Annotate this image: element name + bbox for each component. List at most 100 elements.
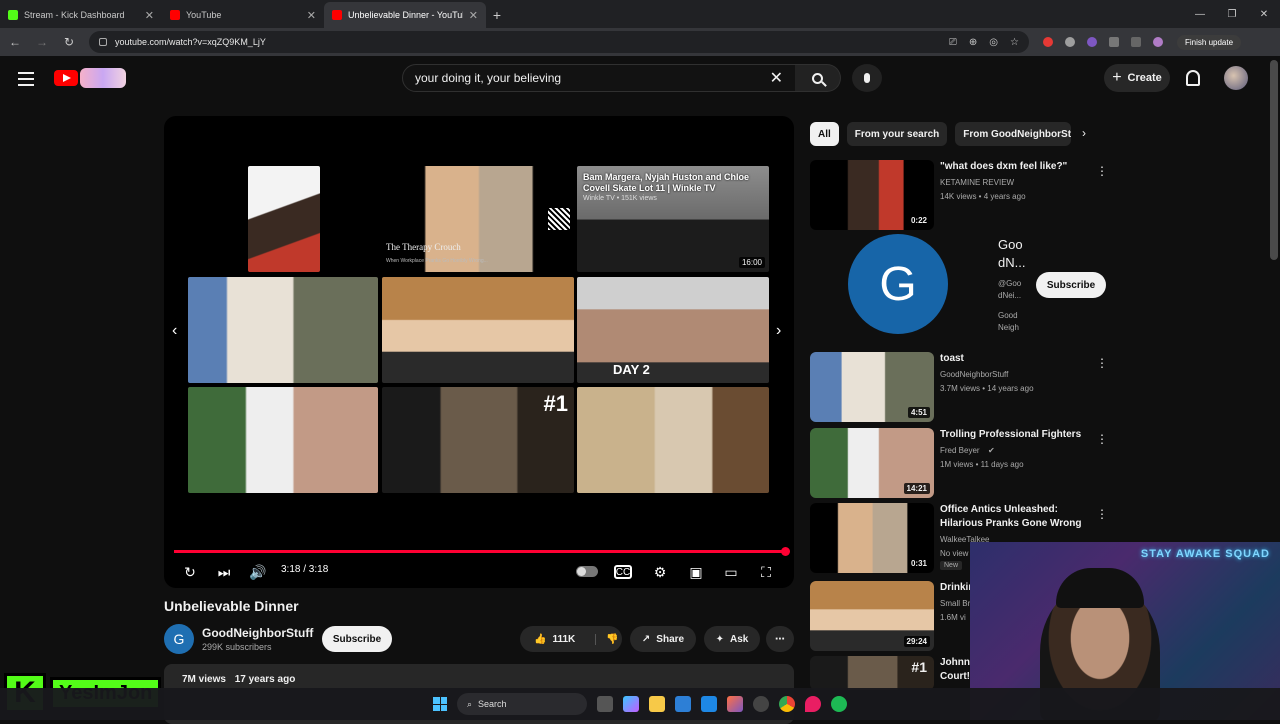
list-item[interactable]: 14:21 Trolling Professional Fighters Fre… <box>810 428 1110 498</box>
office-icon[interactable] <box>727 696 743 712</box>
forward-icon[interactable]: → <box>30 30 54 54</box>
like-count[interactable]: 111K <box>552 634 575 645</box>
back-icon[interactable]: ← <box>3 30 27 54</box>
minimize-icon[interactable]: — <box>1184 0 1216 28</box>
url-field[interactable]: youtube.com/watch?v=xqZQ9KM_LjY ⎚ ⊕ ◎ ☆ <box>89 31 1029 53</box>
dislike-icon[interactable]: 👎 <box>595 633 619 645</box>
task-view-icon[interactable] <box>597 696 613 712</box>
store-icon[interactable] <box>675 696 691 712</box>
sidepanel-icon[interactable] <box>1131 37 1141 47</box>
endscreen-thumb-day2[interactable]: DAY 2 <box>577 277 769 383</box>
more-vert-icon[interactable]: ⋮ <box>1096 507 1108 521</box>
share-button[interactable]: ↗ Share <box>630 626 696 652</box>
more-actions-button[interactable]: ⋯ <box>766 626 794 652</box>
theater-mode-icon[interactable]: ▭ <box>719 560 743 584</box>
zoom-icon[interactable]: ⊕ <box>969 37 977 48</box>
close-icon[interactable]: ✕ <box>469 9 478 22</box>
endscreen-thumb-therapy[interactable]: The Therapy Crouch When Workplace Pranks… <box>382 166 574 272</box>
voice-search-button[interactable] <box>852 64 882 92</box>
fullscreen-icon[interactable]: ⛶ <box>754 560 778 584</box>
chip-all[interactable]: All <box>810 122 839 146</box>
list-item[interactable]: 4:51 toast GoodNeighborStuff 3.7M views … <box>810 352 1110 422</box>
clear-search-icon[interactable]: ✕ <box>770 68 783 88</box>
tab-youtube[interactable]: YouTube ✕ <box>162 2 324 28</box>
create-button[interactable]: + Create <box>1104 64 1170 92</box>
copilot-icon[interactable] <box>623 696 639 712</box>
maps-pin-icon[interactable] <box>805 696 821 712</box>
chip-from-channel[interactable]: From GoodNeighborStuff <box>955 122 1072 146</box>
rec-channel[interactable]: GoodNeighborStuff <box>940 370 1008 379</box>
channel-card-subscribe-button[interactable]: Subscribe <box>1036 272 1106 298</box>
menu-icon[interactable] <box>18 72 34 90</box>
spotify-icon[interactable] <box>831 696 847 712</box>
search-button[interactable] <box>795 64 841 92</box>
more-vert-icon[interactable]: ⋮ <box>1096 164 1108 178</box>
endscreen-thumb-5[interactable] <box>382 277 574 383</box>
tab-unbelievable-dinner[interactable]: Unbelievable Dinner - YouTube ✕ <box>324 2 486 28</box>
chevron-right-icon[interactable]: › <box>1082 126 1086 140</box>
cast-icon[interactable]: ⎚ <box>949 37 957 48</box>
list-item[interactable]: 0:22 "what does dxm feel like?" KETAMINE… <box>810 160 1110 230</box>
account-avatar[interactable] <box>1224 66 1248 90</box>
taskbar-search[interactable]: ⌕ Search <box>457 693 587 715</box>
endscreen-thumb-9[interactable] <box>577 387 769 493</box>
maximize-icon[interactable]: ❐ <box>1216 0 1248 28</box>
progress-bar[interactable] <box>174 547 790 556</box>
new-tab-button[interactable]: + <box>486 2 508 28</box>
ask-button[interactable]: ✦ Ask <box>704 626 760 652</box>
tab-kick-dashboard[interactable]: Stream - Kick Dashboard ✕ <box>0 2 162 28</box>
replay-icon[interactable]: ↻ <box>178 560 202 584</box>
close-window-icon[interactable]: ✕ <box>1248 0 1280 28</box>
settings-gear-icon[interactable]: ⚙ <box>648 560 672 584</box>
chip-from-search[interactable]: From your search <box>846 122 948 146</box>
page-scrollbar[interactable] <box>1270 60 1278 260</box>
extension-red-icon[interactable] <box>1043 37 1053 47</box>
video-player[interactable]: The Therapy Crouch When Workplace Pranks… <box>164 116 794 588</box>
rec-thumbnail[interactable]: 0:31 <box>810 503 934 573</box>
rec-thumbnail[interactable]: #1 <box>810 656 934 690</box>
finish-update-button[interactable]: Finish update <box>1177 34 1242 50</box>
rec-title[interactable]: "what does dxm feel like?" <box>940 160 1090 174</box>
channel-card-avatar[interactable]: G <box>848 234 948 334</box>
mail-icon[interactable] <box>701 696 717 712</box>
close-icon[interactable]: ✕ <box>145 9 154 22</box>
rec-channel[interactable]: KETAMINE REVIEW <box>940 178 1014 187</box>
bookmark-star-icon[interactable]: ☆ <box>1010 37 1019 48</box>
close-icon[interactable]: ✕ <box>307 9 316 22</box>
rec-thumbnail[interactable]: 29:24 <box>810 581 934 651</box>
captions-icon[interactable]: CC <box>614 565 632 579</box>
rec-thumbnail[interactable]: 14:21 <box>810 428 934 498</box>
like-icon[interactable]: 👍 <box>534 634 546 645</box>
rec-thumbnail[interactable]: 4:51 <box>810 352 934 422</box>
app-icon[interactable] <box>753 696 769 712</box>
channel-card-name[interactable]: Goo dN... <box>998 236 1028 272</box>
endscreen-thumb-4[interactable] <box>188 277 378 383</box>
subscribe-button[interactable]: Subscribe <box>322 626 392 652</box>
rec-channel[interactable]: Small Br <box>940 599 970 608</box>
eye-off-icon[interactable]: ◎ <box>989 37 998 48</box>
channel-name[interactable]: GoodNeighborStuff <box>202 626 313 640</box>
next-icon[interactable]: ⏭ <box>212 560 236 584</box>
chevron-right-icon[interactable]: › <box>776 322 781 340</box>
file-explorer-icon[interactable] <box>649 696 665 712</box>
puzzle-icon[interactable] <box>1109 37 1119 47</box>
channel-avatar[interactable]: G <box>164 624 194 654</box>
endscreen-thumb-7[interactable] <box>188 387 378 493</box>
rec-channel[interactable]: Fred Beyer <box>940 446 980 455</box>
extension-purple-icon[interactable] <box>1087 37 1097 47</box>
extension-gray-icon[interactable] <box>1065 37 1075 47</box>
site-info-icon[interactable] <box>99 38 107 46</box>
volume-icon[interactable]: 🔊 <box>246 560 270 584</box>
youtube-logo-icon[interactable] <box>54 70 78 86</box>
endscreen-thumb-rank[interactable]: #1 <box>382 387 574 493</box>
profile-icon[interactable] <box>1153 37 1163 47</box>
windows-start-icon[interactable] <box>433 697 447 711</box>
autoplay-toggle[interactable] <box>576 566 598 577</box>
chrome-icon[interactable] <box>779 696 795 712</box>
reload-icon[interactable]: ↻ <box>57 30 81 54</box>
notifications-bell-icon[interactable] <box>1186 70 1200 86</box>
rec-title[interactable]: Office Antics Unleashed: Hilarious Prank… <box>940 503 1090 531</box>
endscreen-thumb-1[interactable] <box>248 166 320 272</box>
more-vert-icon[interactable]: ⋮ <box>1096 432 1108 446</box>
more-vert-icon[interactable]: ⋮ <box>1096 356 1108 370</box>
